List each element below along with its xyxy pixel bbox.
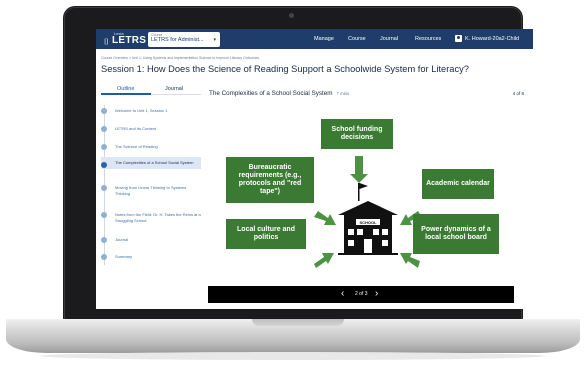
box-local-culture: Local culture and politics [226,219,306,249]
sidebar-item-label: Moving from Linear Thinking to Systems T… [115,185,187,196]
letrs-logo[interactable]: Lexia ⌷ LETRS [104,31,147,47]
box-school-funding: School funding decisions [321,119,393,149]
breadcrumb[interactable]: Course Overview > Unit 1: Using Systems … [101,56,259,60]
box-bureaucratic-requirements: Bureaucratic requirements (e.g., protoco… [226,157,314,203]
sidebar-item-letrs-content[interactable]: LETRS and Its Content [101,126,201,132]
chevron-right-icon[interactable]: › [375,288,378,299]
sidebar-item-welcome[interactable]: Welcome to Unit 1, Session 1 [101,108,201,114]
school-roof [338,201,398,215]
player-controls: ‹ 2 of 3 › [208,286,514,303]
page-title: Session 1: How Does the Science of Readi… [101,64,469,74]
school-flag [359,183,368,189]
tab-journal[interactable]: Journal [165,86,183,92]
course-dropdown-value: LETRS for Administ... [151,37,204,43]
sidebar-item-journal[interactable]: Journal [101,237,201,243]
sidebar-tabs: Outline Journal [101,83,201,95]
box-academic-calendar: Academic calendar [422,169,494,199]
box-power-dynamics: Power dynamics of a local school board [413,214,499,254]
school-building-icon: SCHOOL [338,183,398,255]
progress-dot-icon [101,144,107,150]
logo-book-icon: ⌷ [104,37,109,46]
sidebar-item-science-of-reading[interactable]: The Science of Reading [101,144,201,150]
school-window [357,229,363,235]
arrow-local-culture [314,253,334,268]
content-duration: 7 mins [336,91,350,96]
sidebar-item-label: The Science of Reading [115,144,158,149]
nav-resources[interactable]: Resources [415,36,441,42]
school-window [348,229,354,235]
laptop-shadow [40,352,545,360]
laptop-screen: Lexia ⌷ LETRS Course LETRS for Administ.… [96,29,533,309]
sidebar-item-notes-from-field[interactable]: Notes from the Field: Dr. H. Takes the R… [101,212,201,223]
nav-course[interactable]: Course [348,36,366,42]
sidebar-item-summary[interactable]: Summary [101,254,201,260]
school-sign-label: SCHOOL [359,220,377,225]
slide-counter: 2 of 3 [355,291,368,297]
arrow-bureaucratic [314,211,336,225]
sidebar-item-complexities[interactable]: The Complexities of a School Social Syst… [101,157,201,169]
progress-dot-icon [101,185,107,191]
content-title: The Complexities of a School Social Syst… [209,90,349,97]
school-window [382,229,388,235]
school-window [382,240,388,246]
user-name[interactable]: K. Howard-20a2-Child [465,36,519,42]
sidebar-item-label: The Complexities of a School Social Syst… [115,160,194,165]
active-tab-indicator [101,93,151,95]
course-dropdown[interactable]: Course LETRS for Administ... ▾ [148,32,220,47]
sidebar-item-label: Journal [115,237,129,242]
sidebar-item-label: Summary [115,254,133,259]
arrow-funding [350,156,368,183]
laptop-base [6,319,580,353]
top-nav-bar: Lexia ⌷ LETRS Course LETRS for Administ.… [96,29,533,49]
progress-dot-icon [101,108,107,114]
school-window [373,229,379,235]
chevron-left-icon[interactable]: ‹ [341,288,344,299]
arrow-power [400,253,420,268]
progress-dot-icon [101,126,107,132]
progress-dot-icon [101,237,107,243]
sidebar-item-label: Notes from the Field: Dr. H. Takes the R… [115,212,201,223]
user-icon[interactable] [455,35,462,42]
logo-text: LETRS [112,35,147,46]
progress-dot-icon [101,162,107,168]
content-title-text: The Complexities of a School Social Syst… [209,90,333,97]
school-ground [338,253,398,255]
school-system-diagram: SCHOOL School funding decisions Bureaucr… [208,119,518,279]
sidebar-item-label: LETRS and Its Content [115,126,157,131]
progress-dot-icon [101,254,107,260]
nav-manage[interactable]: Manage [314,36,334,42]
school-door [364,239,372,253]
progress-dot-icon [101,212,107,218]
tab-outline[interactable]: Outline [117,86,134,92]
chevron-down-icon: ▾ [213,37,216,43]
school-flagpole [358,183,360,201]
nav-journal[interactable]: Journal [380,36,398,42]
page-counter: 4 of 8 [512,91,524,96]
webcam [289,13,294,18]
school-window [348,240,354,246]
sidebar-item-label: Welcome to Unit 1, Session 1 [115,108,168,113]
sidebar-item-systems-thinking[interactable]: Moving from Linear Thinking to Systems T… [101,185,201,196]
laptop-notch [252,319,344,326]
